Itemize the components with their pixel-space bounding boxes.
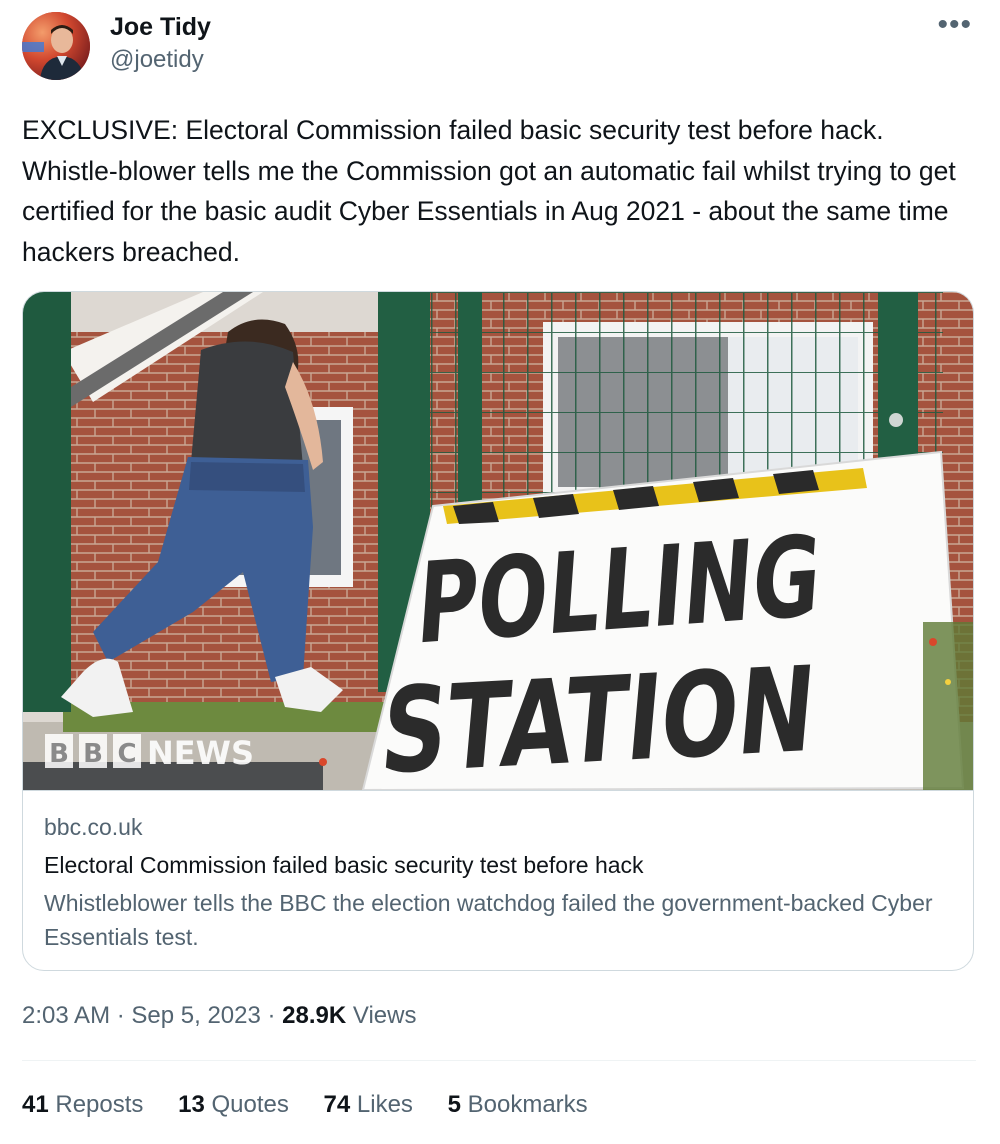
reposts-stat[interactable]: 41 Reposts [22,1088,143,1122]
handle[interactable]: @joetidy [110,45,211,75]
views-label: Views [346,1002,417,1029]
views-count: 28.9K [282,1002,347,1029]
tweet-text: EXCLUSIVE: Electoral Commission failed b… [22,115,956,267]
meta-separator: · [260,1002,283,1029]
card-image[interactable]: POLLING STATION B B C NEWS [23,292,973,791]
card-title: Electoral Commission failed basic securi… [44,852,644,878]
author-info: Joe Tidy @joetidy [110,12,211,75]
reposts-label: Reposts [48,1091,144,1118]
card-domain: bbc.co.uk [44,814,143,840]
bookmarks-stat[interactable]: 5 Bookmarks [448,1088,588,1122]
time: 2:03 AM [22,1002,111,1029]
likes-stat[interactable]: 74 Likes [324,1088,413,1122]
likes-label: Likes [350,1091,413,1118]
likes-count: 74 [323,1091,351,1118]
bookmarks-label: Bookmarks [460,1091,588,1118]
avatar[interactable] [22,12,90,80]
engagement-stats: 41 Reposts 13 Quotes 74 Likes 5 Bookmark… [22,1088,616,1122]
bookmarks-count: 5 [447,1091,461,1118]
date: Sep 5, 2023 [131,1002,261,1029]
sign-line-2: STATION [376,641,821,790]
quotes-count: 13 [178,1091,205,1118]
quotes-label: Quotes [204,1091,289,1118]
card-description: Whistleblower tells the BBC the election… [44,890,933,950]
tweet-meta: 2:03 AM · Sep 5, 2023 · 28.9K Views [22,999,416,1033]
divider [22,1060,976,1061]
quotes-stat[interactable]: 13 Quotes [178,1088,289,1122]
views[interactable]: 28.9K Views [282,1002,416,1029]
reposts-count: 41 [22,1091,49,1118]
meta-separator: · [110,1002,132,1029]
link-card[interactable]: POLLING STATION B B C NEWS bbc.co.uk Ele… [22,291,974,971]
more-horizontal-icon[interactable]: ••• [937,10,972,40]
display-name[interactable]: Joe Tidy [110,12,211,42]
logo-word-news: NEWS [147,734,254,772]
logo-letter-b1: B [49,739,69,769]
logo-letter-c: C [117,739,136,769]
card-meta: bbc.co.uk Electoral Commission failed ba… [44,812,953,954]
timestamp[interactable]: 2:03 AM · Sep 5, 2023 [22,1002,261,1029]
logo-letter-b2: B [83,739,103,769]
